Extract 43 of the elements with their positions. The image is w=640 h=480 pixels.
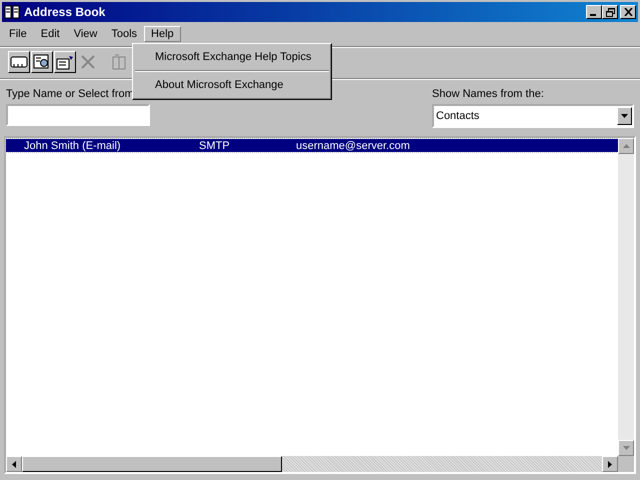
left-arrow-icon [12,460,16,468]
dropdown-button[interactable] [617,107,632,125]
menu-item[interactable]: Tools [104,26,144,42]
book-icon [4,5,20,19]
card-icon [10,54,28,70]
name-field[interactable] [6,104,150,126]
dropdown-arrow-icon [621,114,628,118]
down-arrow-icon [622,446,630,450]
scroll-left-button[interactable] [6,456,22,472]
menu-option[interactable]: Microsoft Exchange Help Topics [133,46,331,68]
scroll-thumb[interactable] [22,456,282,472]
menu-item[interactable]: Edit [34,26,67,42]
menu-item[interactable]: Help [144,26,181,42]
toolbar-find-button[interactable] [31,51,53,73]
delete-icon [80,54,96,70]
field-label: Show Names from the: [432,88,545,100]
right-arrow-icon [608,460,612,468]
restore-icon [606,8,614,16]
list-row[interactable]: John Smith (E-mail) SMTP username@server.com [6,139,618,152]
toolbar-card-button[interactable] [8,51,30,73]
close-button[interactable] [620,5,636,19]
address-cell: username@server.com [296,140,410,152]
up-arrow-icon [622,144,630,148]
type-cell-text: SMTP [199,140,231,152]
scroll-down-button[interactable] [618,440,634,456]
name-cell-text: John Smith (E-mail) [23,140,122,152]
scroll-up-button[interactable] [618,138,634,154]
close-icon [624,8,632,16]
menu-item[interactable]: File [2,26,34,42]
book-icon [111,54,127,70]
card-stack-icon [56,54,74,70]
vertical-scrollbar[interactable] [618,138,634,456]
minimize-button[interactable] [586,5,602,19]
menu-item[interactable]: View [66,26,104,42]
window-title: Address Book [24,5,106,19]
horizontal-scrollbar[interactable] [6,456,634,472]
restore-button[interactable] [602,5,618,19]
address-list-dropdown[interactable]: Contacts [432,104,634,128]
scrollbar-corner [618,456,634,472]
scroll-right-button[interactable] [602,456,618,472]
book-magnifier-icon [33,54,51,70]
toolbar-properties-button[interactable] [54,51,76,73]
menu-option[interactable]: About Microsoft Exchange [133,74,331,96]
